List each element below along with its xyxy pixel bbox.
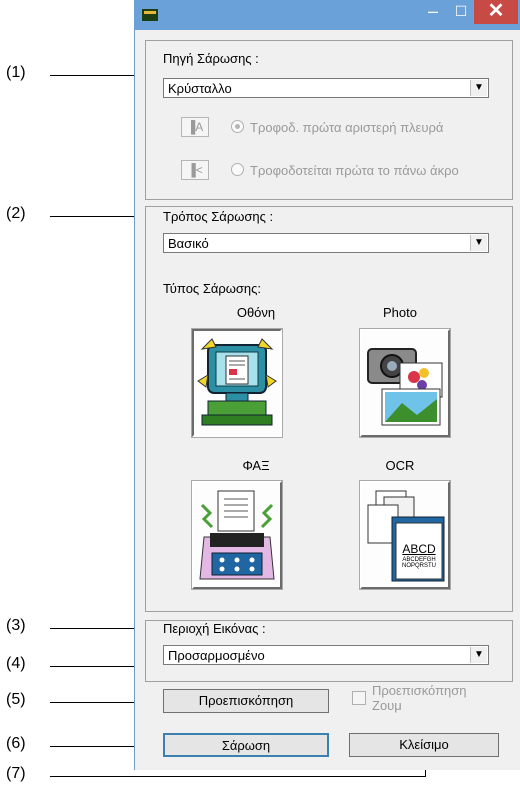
scan-mode-label: Τρόπος Σάρωσης :: [163, 209, 274, 224]
scan-type-screen-button[interactable]: [192, 329, 282, 437]
maximize-button[interactable]: ☐: [448, 0, 474, 24]
zoom-preview-checkbox[interactable]: [352, 691, 366, 705]
ocr-document-icon: [367, 490, 445, 582]
callout-6: (6): [6, 735, 26, 752]
minimize-button[interactable]: –: [420, 0, 446, 24]
scan-mode-value: Βασικό: [168, 236, 209, 251]
feed-top-edge-label: Τροφοδοτείται πρώτα το πάνω άκρο: [250, 163, 459, 178]
image-area-dropdown[interactable]: Προσαρμοσμένο ▼: [163, 645, 489, 665]
feed-left-edge-radio[interactable]: [231, 120, 244, 133]
scan-source-value: Κρύσταλλο: [168, 81, 232, 96]
feed-top-edge-icon: ▐<: [181, 160, 209, 180]
callout-5: (5): [6, 691, 26, 708]
chevron-down-icon[interactable]: ▼: [470, 80, 487, 96]
scan-source-dropdown[interactable]: Κρύσταλλο ▼: [163, 78, 489, 98]
feed-top-edge-option[interactable]: Τροφοδοτείται πρώτα το πάνω άκρο: [231, 163, 459, 178]
leader-line-7: [50, 776, 426, 777]
feed-left-edge-icon: ▐A: [181, 117, 209, 137]
close-button[interactable]: Κλείσιμο: [349, 733, 499, 757]
type-label-screen: Οθόνη: [236, 305, 276, 320]
app-icon: [142, 9, 158, 21]
camera-photo-icon: [367, 348, 443, 426]
feed-left-edge-option[interactable]: Τροφοδ. πρώτα αριστερή πλευρά: [231, 120, 443, 135]
scan-mode-dropdown[interactable]: Βασικό ▼: [163, 233, 489, 253]
fax-icon: [199, 490, 275, 580]
type-label-photo: Photo: [383, 305, 417, 320]
type-label-ocr: OCR: [385, 458, 415, 473]
image-area-label: Περιοχή Εικόνας :: [163, 621, 266, 636]
title-bar: – ☐ ✕: [134, 0, 520, 30]
type-label-fax: ΦΑΞ: [242, 458, 270, 473]
preview-button[interactable]: Προεπισκόπηση: [163, 689, 329, 713]
chevron-down-icon[interactable]: ▼: [470, 647, 487, 663]
scan-button[interactable]: Σάρωση: [163, 733, 329, 757]
callout-1: (1): [6, 64, 26, 81]
scan-type-fax-button[interactable]: [192, 481, 282, 589]
scan-source-label: Πηγή Σάρωσης :: [163, 51, 259, 66]
image-area-value: Προσαρμοσμένο: [168, 648, 265, 663]
ocr-sample-text: ABCD ABCDEFGH NOPQRSTU: [401, 542, 436, 569]
callout-2: (2): [6, 205, 26, 222]
scan-type-photo-button[interactable]: [360, 329, 450, 437]
callout-7: (7): [6, 765, 26, 782]
feed-left-edge-label: Τροφοδ. πρώτα αριστερή πλευρά: [250, 120, 444, 135]
zoom-preview-label: Προεπισκόπηση Ζουμ: [372, 683, 467, 713]
callout-4: (4): [6, 655, 26, 672]
feed-top-edge-radio[interactable]: [231, 163, 244, 176]
callout-3: (3): [6, 617, 26, 634]
monitor-icon: [197, 338, 277, 426]
scan-type-label: Τύπος Σάρωσης:: [163, 281, 262, 296]
close-window-button[interactable]: ✕: [474, 0, 518, 24]
chevron-down-icon[interactable]: ▼: [470, 235, 487, 251]
scan-type-ocr-button[interactable]: ABCD ABCDEFGH NOPQRSTU: [360, 481, 450, 589]
